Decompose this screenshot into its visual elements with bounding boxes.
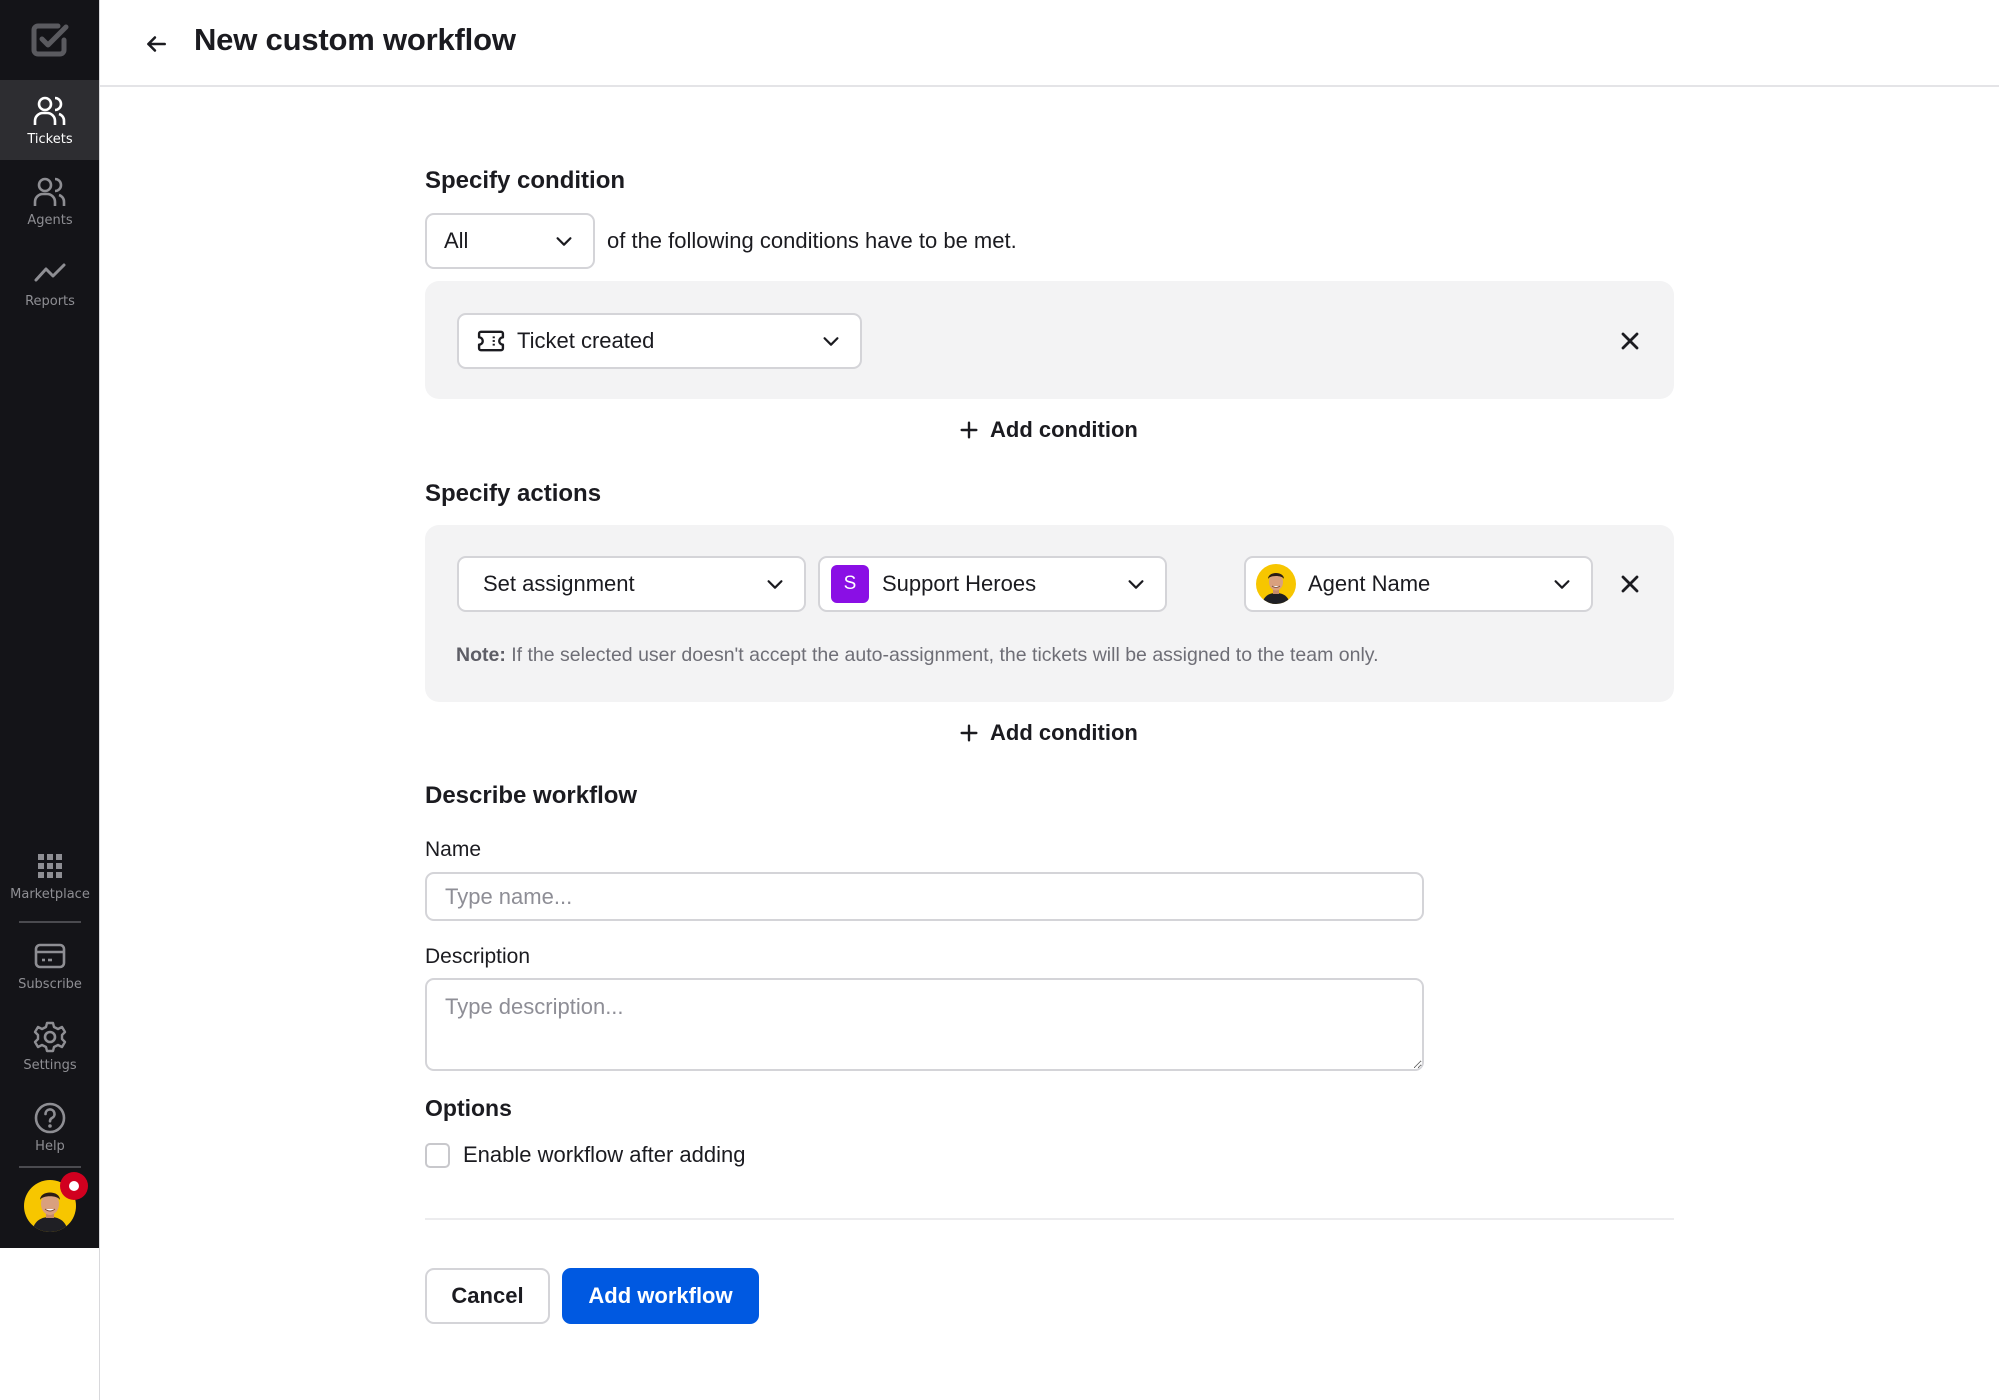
agent-name: Agent Name	[1308, 571, 1431, 596]
users-icon	[33, 96, 66, 125]
description-textarea[interactable]	[425, 978, 1424, 1071]
sidebar-item-label: Settings	[23, 1057, 77, 1073]
sidebar-border	[99, 0, 100, 1400]
team-badge: S	[831, 565, 869, 603]
trend-line-icon	[34, 263, 66, 281]
agent-select[interactable]: Agent Name	[1244, 556, 1593, 612]
condition-panel: Ticket created	[425, 281, 1674, 399]
sidebar-item-settings[interactable]: Settings	[0, 1006, 100, 1086]
back-button[interactable]	[140, 28, 172, 60]
sidebar-item-tickets[interactable]: Tickets	[0, 80, 100, 160]
notification-badge	[60, 1172, 88, 1200]
sidebar: Tickets Agents Reports Marketplace Subsc…	[0, 0, 100, 1248]
add-action-button[interactable]: Add condition	[958, 720, 1138, 746]
sidebar-item-label: Help	[35, 1138, 65, 1154]
options-section-title: Options	[425, 1095, 512, 1121]
condition-match-value: All	[444, 228, 469, 253]
users-icon	[33, 177, 66, 206]
ticket-icon	[477, 330, 505, 352]
plus-icon	[960, 421, 978, 439]
sidebar-item-subscribe[interactable]: Subscribe	[0, 925, 100, 1005]
describe-section-title: Describe workflow	[425, 782, 638, 809]
user-avatar[interactable]	[24, 1172, 88, 1232]
team-name: Support Heroes	[882, 571, 1037, 596]
actions-panel: Set assignment S Support Heroes Agent Na…	[425, 525, 1674, 702]
chevron-down-icon	[767, 580, 783, 589]
add-action-label: Add condition	[990, 720, 1138, 745]
add-condition-label: Add condition	[990, 417, 1138, 442]
assignment-note: Note: If the selected user doesn't accep…	[456, 644, 1379, 667]
chevron-down-icon	[823, 337, 839, 346]
grid-icon	[38, 853, 62, 878]
sidebar-item-label: Agents	[27, 212, 73, 228]
credit-card-icon	[34, 943, 66, 968]
sidebar-item-marketplace[interactable]: Marketplace	[0, 835, 100, 915]
sidebar-item-reports[interactable]: Reports	[0, 242, 100, 322]
chevron-down-icon	[1128, 580, 1144, 589]
enable-workflow-option[interactable]: Enable workflow after adding	[425, 1142, 746, 1168]
sidebar-item-label: Subscribe	[18, 976, 82, 992]
description-label: Description	[425, 945, 531, 968]
agent-avatar	[1256, 564, 1296, 604]
add-workflow-button[interactable]: Add workflow	[562, 1268, 759, 1324]
sidebar-item-label: Tickets	[27, 131, 73, 147]
condition-section-title: Specify condition	[425, 167, 626, 194]
condition-match-text: of the following conditions have to be m…	[607, 228, 1017, 253]
action-type-value: Set assignment	[483, 571, 635, 596]
sidebar-divider	[19, 921, 81, 923]
page-header: New custom workflow	[100, 0, 1999, 87]
team-select[interactable]: S Support Heroes	[818, 556, 1167, 612]
remove-condition-button[interactable]	[1615, 326, 1645, 356]
chevron-down-icon	[556, 237, 572, 246]
arrow-left-icon	[147, 36, 166, 52]
remove-action-button[interactable]	[1615, 569, 1645, 599]
close-icon	[1621, 575, 1639, 593]
gear-icon	[33, 1021, 67, 1052]
name-label: Name	[425, 838, 482, 861]
actions-section-title: Specify actions	[425, 480, 602, 507]
enable-workflow-label: Enable workflow after adding	[463, 1142, 746, 1167]
checkbox-logo-icon[interactable]	[30, 22, 70, 58]
sidebar-item-label: Marketplace	[10, 886, 90, 902]
sidebar-item-help[interactable]: Help	[0, 1087, 100, 1167]
cancel-button[interactable]: Cancel	[425, 1268, 550, 1324]
sidebar-item-label: Reports	[25, 293, 75, 309]
plus-icon	[960, 724, 978, 742]
action-type-select[interactable]: Set assignment	[457, 556, 806, 612]
condition-match-select[interactable]: All	[425, 213, 595, 269]
close-icon	[1621, 332, 1639, 350]
note-label: Note:	[456, 644, 506, 666]
page-title: New custom workflow	[194, 22, 516, 57]
add-condition-button[interactable]: Add condition	[958, 417, 1138, 443]
name-input[interactable]	[425, 872, 1424, 921]
condition-type-select[interactable]: Ticket created	[457, 313, 862, 369]
sidebar-divider	[19, 1166, 81, 1168]
sidebar-item-agents[interactable]: Agents	[0, 161, 100, 241]
chevron-down-icon	[1554, 580, 1570, 589]
condition-type-value: Ticket created	[517, 328, 655, 353]
enable-workflow-checkbox[interactable]	[425, 1142, 450, 1168]
help-circle-icon	[34, 1102, 66, 1133]
note-text: If the selected user doesn't accept the …	[505, 644, 1379, 666]
footer-divider	[425, 1218, 1674, 1220]
